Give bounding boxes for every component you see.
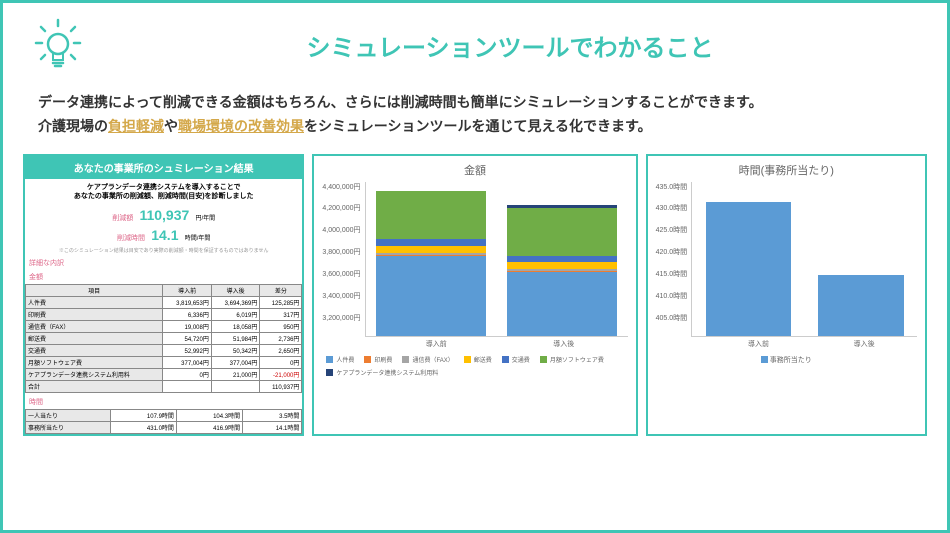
chart-legend: 人件費印刷費通信費（FAX）郵送費交通費月額ソフトウェア費ケアプランデータ連携シ… <box>322 355 627 377</box>
time-table: 一人当たり107.9時間104.3時間3.5時間事務所当たり431.0時間416… <box>25 409 302 434</box>
cost-chart-panel: 金額 4,400,000円4,200,000円4,000,000円3,800,0… <box>312 154 637 436</box>
sim-subtitle: ケアプランデータ連携システムを導入することであなたの事業所の削減額、削減時間(目… <box>25 179 302 205</box>
y-axis: 435.0時間430.0時間425.0時間420.0時間415.0時間410.0… <box>656 182 692 337</box>
page-title: シミュレーションツールでわかること <box>103 28 917 63</box>
chart-title: 時間(事務所当たり) <box>656 162 917 178</box>
chart-plot <box>691 182 917 337</box>
sim-value-savings: 削減額 110,937 円/年間 <box>25 205 302 225</box>
y-axis: 4,400,000円4,200,000円4,000,000円3,800,000円… <box>322 182 364 337</box>
simulation-result-panel: あなたの事業所のシュミレーション結果 ケアプランデータ連携システムを導入すること… <box>23 154 304 436</box>
sim-header: あなたの事業所のシュミレーション結果 <box>25 156 302 179</box>
time-chart-panel: 時間(事務所当たり) 435.0時間430.0時間425.0時間420.0時間4… <box>646 154 927 436</box>
chart-plot <box>365 182 628 337</box>
chart-legend: 事務所当たり <box>656 355 917 365</box>
lightbulb-icon <box>33 18 83 73</box>
detail-label: 詳細な内訳 <box>25 256 302 270</box>
chart-title: 金額 <box>322 162 627 178</box>
sim-value-time: 削減時間 14.1 時間/年間 <box>25 225 302 245</box>
cost-table: 項目導入前導入後差分 人件費3,819,653円3,694,369円125,28… <box>25 284 302 393</box>
x-axis: 導入前導入後 <box>322 339 627 349</box>
x-axis: 導入前導入後 <box>656 339 917 349</box>
description: データ連携によって削減できる金額はもちろん、さらには削減時間も簡単にシミュレーシ… <box>3 81 947 149</box>
